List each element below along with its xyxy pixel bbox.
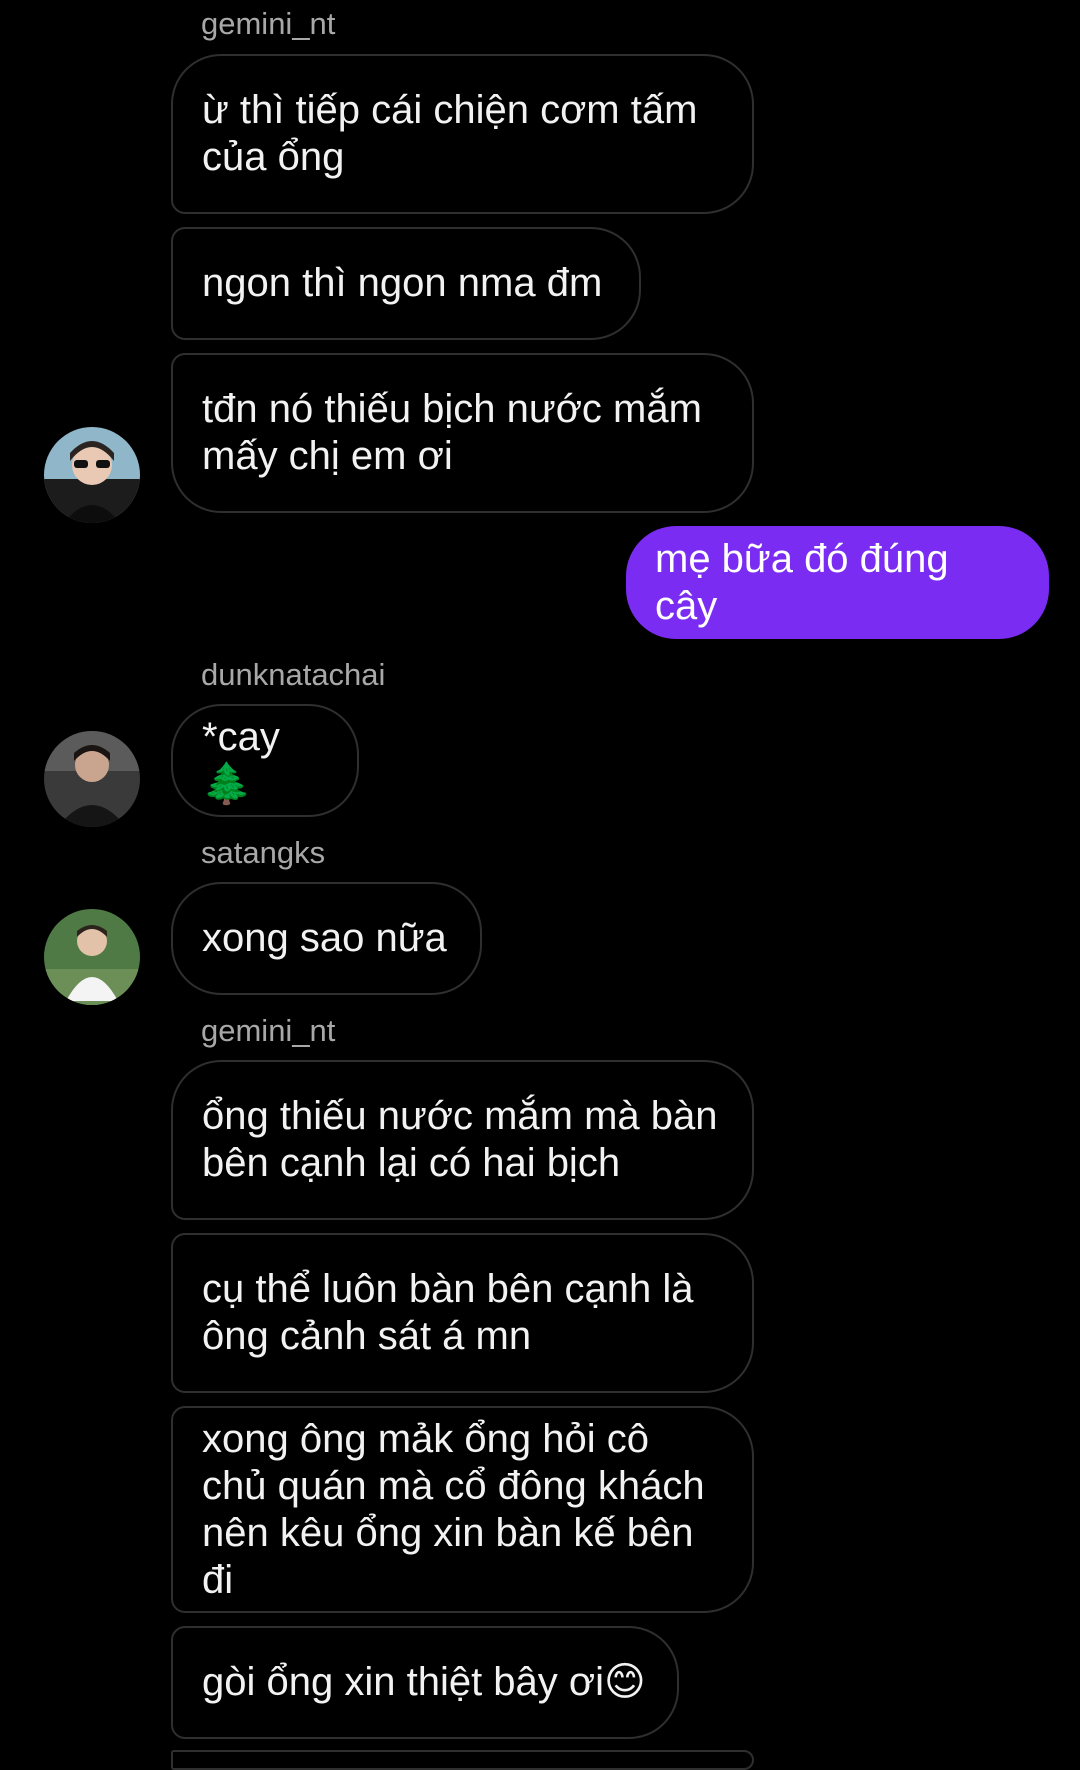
message-bubble[interactable]: gòi ổng xin thiệt bây ơi😊 <box>171 1626 679 1739</box>
sender-name: gemini_nt <box>201 6 336 41</box>
sender-name: gemini_nt <box>201 1013 336 1048</box>
sender-name: satangks <box>201 835 326 870</box>
avatar-image <box>44 427 140 523</box>
my-message-bubble[interactable]: mẹ bữa đó đúng cây <box>626 526 1049 639</box>
message-text: gòi ổng xin thiệt bây ơi😊 <box>202 1660 646 1704</box>
message-text: xong ông mảk ổng hỏi cô chủ quán mà cổ đ… <box>202 1416 716 1602</box>
sender-name: dunknatachai <box>201 657 386 692</box>
message-text: cụ thể luôn bàn bên cạnh là ông cảnh sát… <box>202 1267 705 1358</box>
avatar-satangks[interactable] <box>44 909 140 1005</box>
message-text: xong sao nữa <box>202 916 447 960</box>
avatar-image <box>44 731 140 827</box>
message-text: *cay🌲 <box>202 714 280 806</box>
message-bubble[interactable]: ừ thì tiếp cái chiện cơm tấm của ổng <box>171 54 754 214</box>
message-bubble[interactable]: ổng thiếu nước mắm mà bàn bên cạnh lại c… <box>171 1060 754 1220</box>
message-bubble[interactable]: xong sao nữa <box>171 882 482 995</box>
message-bubble[interactable]: cụ thể luôn bàn bên cạnh là ông cảnh sát… <box>171 1233 754 1393</box>
message-bubble[interactable]: *cay🌲 <box>171 704 359 817</box>
message-text: ngon thì ngon nma đm <box>202 261 603 305</box>
message-text: ừ thì tiếp cái chiện cơm tấm của ổng <box>202 88 709 179</box>
avatar-dunknatachai[interactable] <box>44 731 140 827</box>
message-bubble[interactable]: ngon thì ngon nma đm <box>171 227 641 340</box>
message-text: mẹ bữa đó đúng cây <box>655 536 960 628</box>
message-text: tđn nó thiếu bịch nước mắm mấy chị em ơi <box>202 387 714 478</box>
message-bubble[interactable]: tđn nó thiếu bịch nước mắm mấy chị em ơi <box>171 353 754 513</box>
avatar-gemini[interactable] <box>44 427 140 523</box>
message-text: ổng thiếu nước mắm mà bàn bên cạnh lại c… <box>202 1094 729 1185</box>
avatar-image <box>44 909 140 1005</box>
message-bubble[interactable]: xong ông mảk ổng hỏi cô chủ quán mà cổ đ… <box>171 1406 754 1613</box>
message-bubble-partial[interactable] <box>171 1750 754 1770</box>
